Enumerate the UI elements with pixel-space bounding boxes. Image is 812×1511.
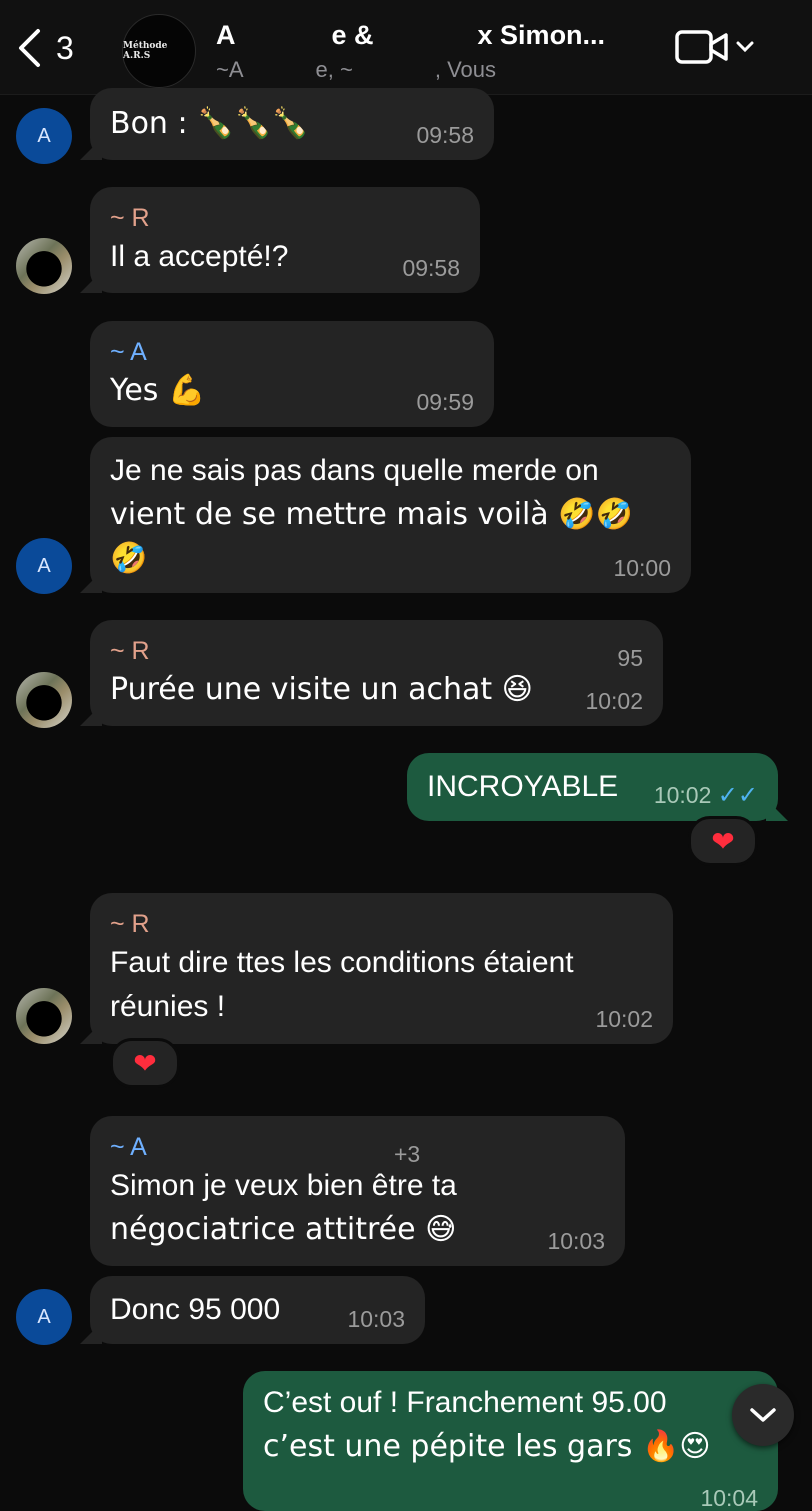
sender-name: ~ R — [110, 637, 150, 665]
avatar[interactable] — [16, 672, 72, 728]
chevron-left-icon — [19, 29, 40, 67]
title-part: A — [216, 20, 236, 50]
members-part: , Vous — [434, 57, 496, 82]
message-time: 10:00 — [613, 555, 671, 581]
members-part: e, ~ — [315, 57, 353, 82]
redaction — [377, 23, 478, 50]
avatar-letter: A — [37, 124, 51, 147]
group-avatar[interactable]: Méthode A.R.S — [122, 14, 196, 88]
message-text-line: Simon je veux bien être ta — [110, 1169, 457, 1202]
group-members: ~A e, ~ , Vous — [216, 57, 646, 85]
message-bubble[interactable]: ~ R Faut dire ttes les conditions étaien… — [90, 893, 673, 1044]
reaction-badge[interactable]: ❤ — [110, 1038, 180, 1088]
unread-count: 3 — [56, 29, 74, 66]
message-text-line: 🤣 — [110, 541, 148, 576]
chevron-down-icon — [750, 1408, 776, 1422]
avatar[interactable]: A — [16, 1289, 72, 1345]
message-time: 09:59 — [416, 389, 474, 415]
message-time: 10:04 — [700, 1485, 758, 1511]
redaction — [352, 58, 435, 85]
message-text-line: négociatrice attitrée 😅 — [110, 1212, 457, 1247]
message-time: 09:58 — [416, 122, 474, 148]
avatar-letter: A — [37, 554, 51, 577]
redaction — [235, 23, 332, 50]
back-button[interactable]: 3 — [16, 28, 74, 68]
message-time: 09:58 — [402, 255, 460, 281]
message-text-line: vient de se mettre mais voilà 🤣🤣 — [110, 497, 633, 532]
message-time: 10:03 — [347, 1306, 405, 1332]
avatar[interactable]: A — [16, 108, 72, 164]
title-part: x Simon... — [477, 20, 606, 50]
read-receipt-icon: ✓✓ — [717, 782, 758, 809]
message-text-line: Je ne sais pas dans quelle merde on — [110, 454, 599, 487]
avatar[interactable] — [16, 988, 72, 1044]
video-camera-icon — [675, 30, 728, 64]
message-bubble-outgoing[interactable]: INCROYABLE 10:02 ✓✓ — [407, 753, 778, 821]
heart-icon: ❤ — [711, 824, 735, 858]
message-bubble[interactable]: Je ne sais pas dans quelle merde on vien… — [90, 437, 691, 593]
message-text: Purée une visite un achat 😆 — [110, 672, 533, 707]
group-info[interactable]: Ae & x Simon... ~A e, ~ , Vous — [216, 20, 646, 85]
redaction — [243, 58, 316, 85]
group-avatar-logo-text: Méthode A.R.S — [123, 41, 168, 61]
sender-name: ~ A — [110, 338, 147, 366]
message-text-line: réunies ! — [110, 990, 226, 1023]
message-text-line: c’est une pépite les gars 🔥😍 — [263, 1429, 711, 1464]
title-part: e & — [331, 20, 374, 50]
message-bubble[interactable]: ~ R Il a accepté!? 09:58 — [90, 187, 480, 293]
reaction-badge[interactable]: ❤ — [688, 816, 758, 866]
avatar-letter: A — [37, 1305, 51, 1328]
heart-icon: ❤ — [133, 1046, 157, 1080]
video-call-button[interactable] — [674, 28, 754, 66]
message-text-line: Faut dire ttes les conditions étaient — [110, 946, 574, 979]
sender-phone-fragment: 95 — [617, 645, 643, 671]
message-time: 10:03 — [547, 1228, 605, 1254]
message-bubble[interactable]: Bon : 🍾🍾🍾 09:58 — [90, 88, 494, 160]
message-bubble[interactable]: ~ R 95 Purée une visite un achat 😆 10:02 — [90, 620, 663, 726]
message-bubble-outgoing[interactable]: C’est ouf ! Franchement 95.00 c’est une … — [243, 1371, 778, 1511]
message-bubble[interactable]: Donc 95 000 10:03 — [90, 1276, 425, 1344]
message-text-line: C’est ouf ! Franchement 95.00 — [263, 1386, 667, 1419]
sender-name: ~ A — [110, 1133, 147, 1161]
sender-name: ~ R — [110, 204, 150, 232]
message-bubble[interactable]: ~ A +3 Simon je veux bien être ta négoci… — [90, 1116, 625, 1266]
message-time: 10:02 ✓✓ — [654, 782, 758, 809]
chat-header: 3 Méthode A.R.S Ae & x Simon... ~A e, ~ , V… — [0, 0, 812, 95]
members-part: ~A — [216, 57, 244, 82]
avatar[interactable] — [16, 238, 72, 294]
group-title: Ae & x Simon... — [216, 20, 646, 51]
scroll-to-bottom-button[interactable] — [732, 1384, 794, 1446]
time-text: 10:02 — [653, 782, 712, 808]
message-time: 10:02 — [595, 1006, 653, 1032]
sender-name: ~ R — [110, 910, 150, 938]
chevron-down-icon — [736, 41, 754, 53]
avatar[interactable]: A — [16, 538, 72, 594]
message-time: 10:02 — [585, 688, 643, 714]
sender-phone-fragment: +3 — [394, 1141, 421, 1167]
message-bubble[interactable]: ~ A Yes 💪 09:59 — [90, 321, 494, 427]
